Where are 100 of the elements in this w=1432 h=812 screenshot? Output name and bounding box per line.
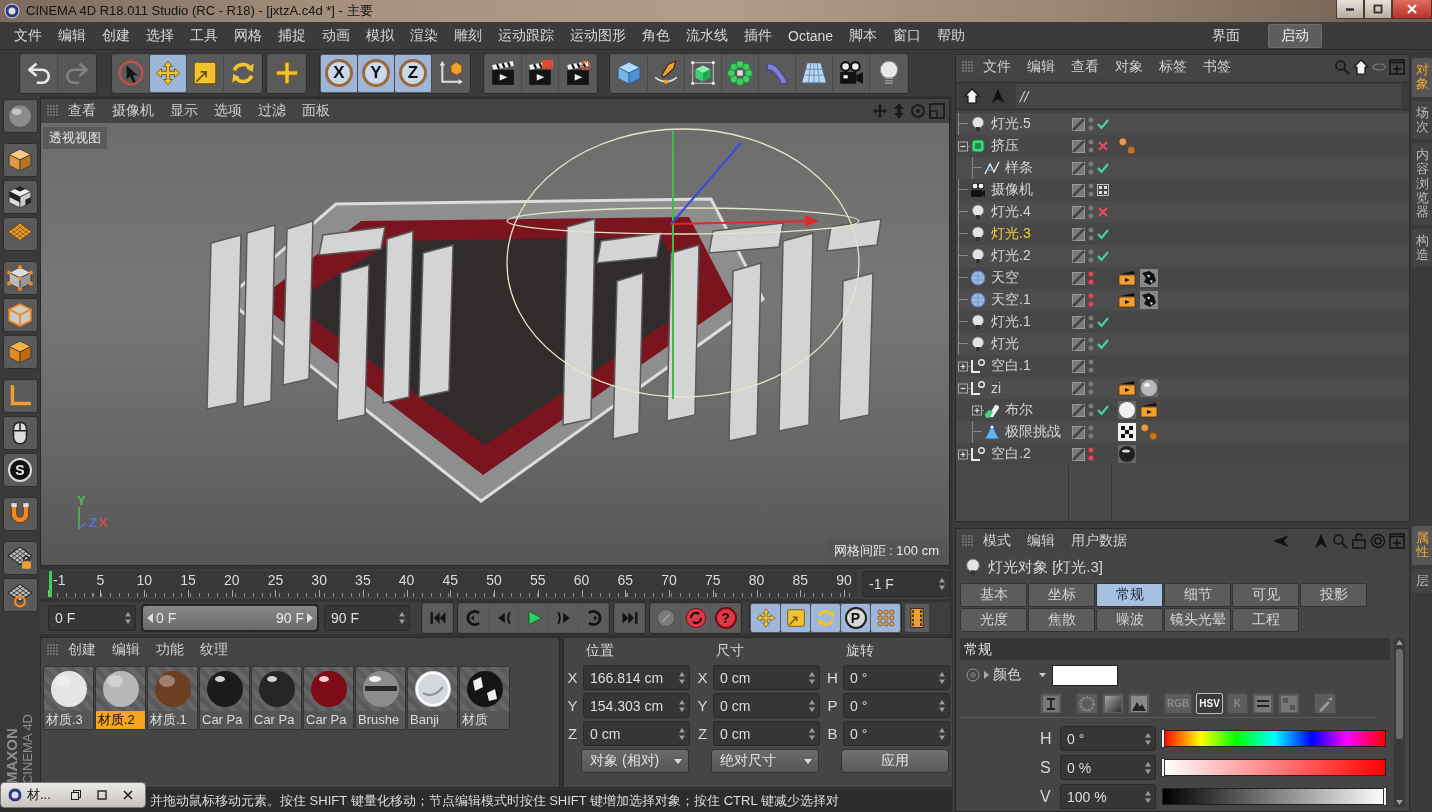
cross-icon[interactable] [1097, 140, 1109, 152]
clapperboard-icon[interactable] [1118, 379, 1136, 397]
key-param-button[interactable]: P [841, 604, 870, 632]
channel-field[interactable]: 100 % [1060, 784, 1156, 809]
coordinate-field[interactable]: 0 ° [843, 665, 950, 690]
menu-item[interactable]: 创建 [61, 641, 103, 659]
maximize-button[interactable] [1364, 0, 1392, 19]
slider-thumb[interactable] [1161, 729, 1165, 748]
visibility-dots-icon[interactable] [1088, 160, 1094, 176]
camera-button[interactable] [833, 54, 870, 92]
material-ball-icon[interactable] [1118, 445, 1136, 463]
channel-field[interactable]: 0 ° [1060, 726, 1156, 751]
move-button[interactable] [150, 54, 187, 92]
render-picture-button[interactable] [522, 54, 559, 92]
record-button[interactable] [651, 604, 680, 632]
edges-button[interactable] [2, 298, 38, 332]
path-field[interactable]: // [1016, 84, 1401, 108]
texture-button[interactable] [2, 180, 38, 214]
texture-swatch-icon[interactable] [1140, 291, 1158, 309]
menu-item[interactable]: 选项 [207, 102, 249, 120]
coordinate-field[interactable]: 166.814 cm [583, 665, 690, 690]
tab[interactable]: 投影 [1300, 583, 1367, 607]
color-mode-button[interactable] [1277, 693, 1300, 714]
menu-item[interactable]: 角色 [634, 26, 678, 45]
key-points-button[interactable] [871, 604, 900, 632]
home-icon[interactable] [1353, 59, 1369, 75]
menu-item[interactable]: 网格 [226, 26, 270, 45]
visibility-dots-icon[interactable] [1088, 402, 1094, 418]
visibility-dots-icon[interactable] [1088, 204, 1094, 220]
menu-item[interactable]: 显示 [163, 102, 205, 120]
visibility-dots-icon[interactable] [1088, 446, 1094, 462]
visibility-dots-icon[interactable] [1088, 380, 1094, 396]
color-mode-button[interactable] [1040, 693, 1062, 714]
menu-item[interactable]: 文件 [976, 58, 1018, 76]
phong-dots-icon[interactable] [1140, 423, 1158, 441]
key-move-button[interactable] [751, 604, 780, 632]
points-button[interactable] [2, 261, 38, 295]
home-icon[interactable] [964, 88, 980, 104]
saturation-slider[interactable] [1162, 759, 1386, 776]
visibility-dots-icon[interactable] [1088, 116, 1094, 132]
visibility-dots-icon[interactable] [1088, 248, 1094, 264]
visibility-dots-icon[interactable] [1088, 314, 1094, 330]
coordinate-field[interactable]: 0 cm [583, 721, 690, 746]
tree-toggle-icon[interactable] [958, 140, 970, 152]
tab[interactable]: 常规 [1096, 583, 1163, 607]
frame-range-slider[interactable]: 0 F 90 F [143, 606, 317, 630]
color-mode-button[interactable] [1102, 693, 1124, 714]
color-mode-button[interactable] [1076, 693, 1098, 714]
color-mode-button[interactable] [1128, 693, 1150, 714]
menu-item[interactable]: 摄像机 [105, 102, 161, 120]
side-tab[interactable]: 层 [1412, 568, 1432, 593]
current-frame-field[interactable]: -1 F [862, 571, 950, 597]
pen-button[interactable] [648, 54, 685, 92]
workplane-button[interactable] [2, 217, 38, 251]
clapperboard-icon[interactable] [1118, 269, 1136, 287]
menu-item[interactable]: 过滤 [251, 102, 293, 120]
side-tab[interactable]: 内容浏览器 [1412, 143, 1432, 225]
menu-item[interactable]: 功能 [149, 641, 191, 659]
menu-item[interactable]: 模拟 [358, 26, 402, 45]
side-tab[interactable]: 属性 [1412, 526, 1432, 565]
camera-toggle-icon[interactable] [1097, 184, 1109, 196]
viewport-canvas[interactable]: 透视视图 Y ZX 网格间距 : 100 cm [41, 123, 949, 565]
tab[interactable]: 镜头光晕 [1164, 608, 1231, 632]
coordinate-field[interactable]: 0 cm [713, 721, 820, 746]
menu-item[interactable]: 插件 [736, 26, 780, 45]
clapperboard-icon[interactable] [1118, 291, 1136, 309]
material-item[interactable]: Car Pa [251, 666, 302, 730]
menu-item[interactable]: 模式 [976, 532, 1018, 550]
undo-button[interactable] [21, 54, 58, 92]
minimized-window[interactable]: 材... [0, 782, 146, 808]
menu-item[interactable]: 窗口 [885, 26, 930, 45]
tree-toggle-icon[interactable] [958, 360, 970, 372]
visibility-dots-icon[interactable] [1088, 424, 1094, 440]
menu-item[interactable]: 脚本 [841, 26, 886, 45]
tree-toggle-icon[interactable] [958, 382, 970, 394]
channel-field[interactable]: 0 % [1060, 755, 1156, 780]
workplane-mode-button[interactable] [2, 578, 38, 612]
material-item[interactable]: 材质.2 [95, 666, 146, 730]
cloner-button[interactable] [722, 54, 759, 92]
tab[interactable]: 工程 [1232, 608, 1299, 632]
next-key-button[interactable] [579, 604, 608, 632]
value-slider[interactable] [1162, 788, 1386, 805]
menu-item[interactable]: 编辑 [50, 26, 94, 45]
coordinate-field[interactable]: 154.303 cm [583, 693, 690, 718]
tab[interactable]: 可见 [1232, 583, 1299, 607]
start-frame-field[interactable]: 0 F [48, 605, 136, 631]
magnet-button[interactable] [2, 497, 38, 531]
autokey-button[interactable] [681, 604, 710, 632]
prev-key-button[interactable] [459, 604, 488, 632]
scale-button[interactable] [187, 54, 224, 92]
menu-item[interactable]: 书签 [1196, 58, 1238, 76]
material-item[interactable]: Banji [407, 666, 458, 730]
keyframe-button[interactable]: ? [711, 604, 740, 632]
slider-thumb[interactable] [1383, 787, 1387, 806]
render-view-button[interactable] [485, 54, 522, 92]
axis-button[interactable]: Z [395, 54, 432, 92]
tree-toggle-icon[interactable] [958, 448, 970, 460]
mode-dropdown[interactable]: 绝对尺寸 [711, 749, 819, 773]
caret-icon[interactable] [1039, 673, 1046, 677]
menu-item[interactable]: 编辑 [105, 641, 147, 659]
